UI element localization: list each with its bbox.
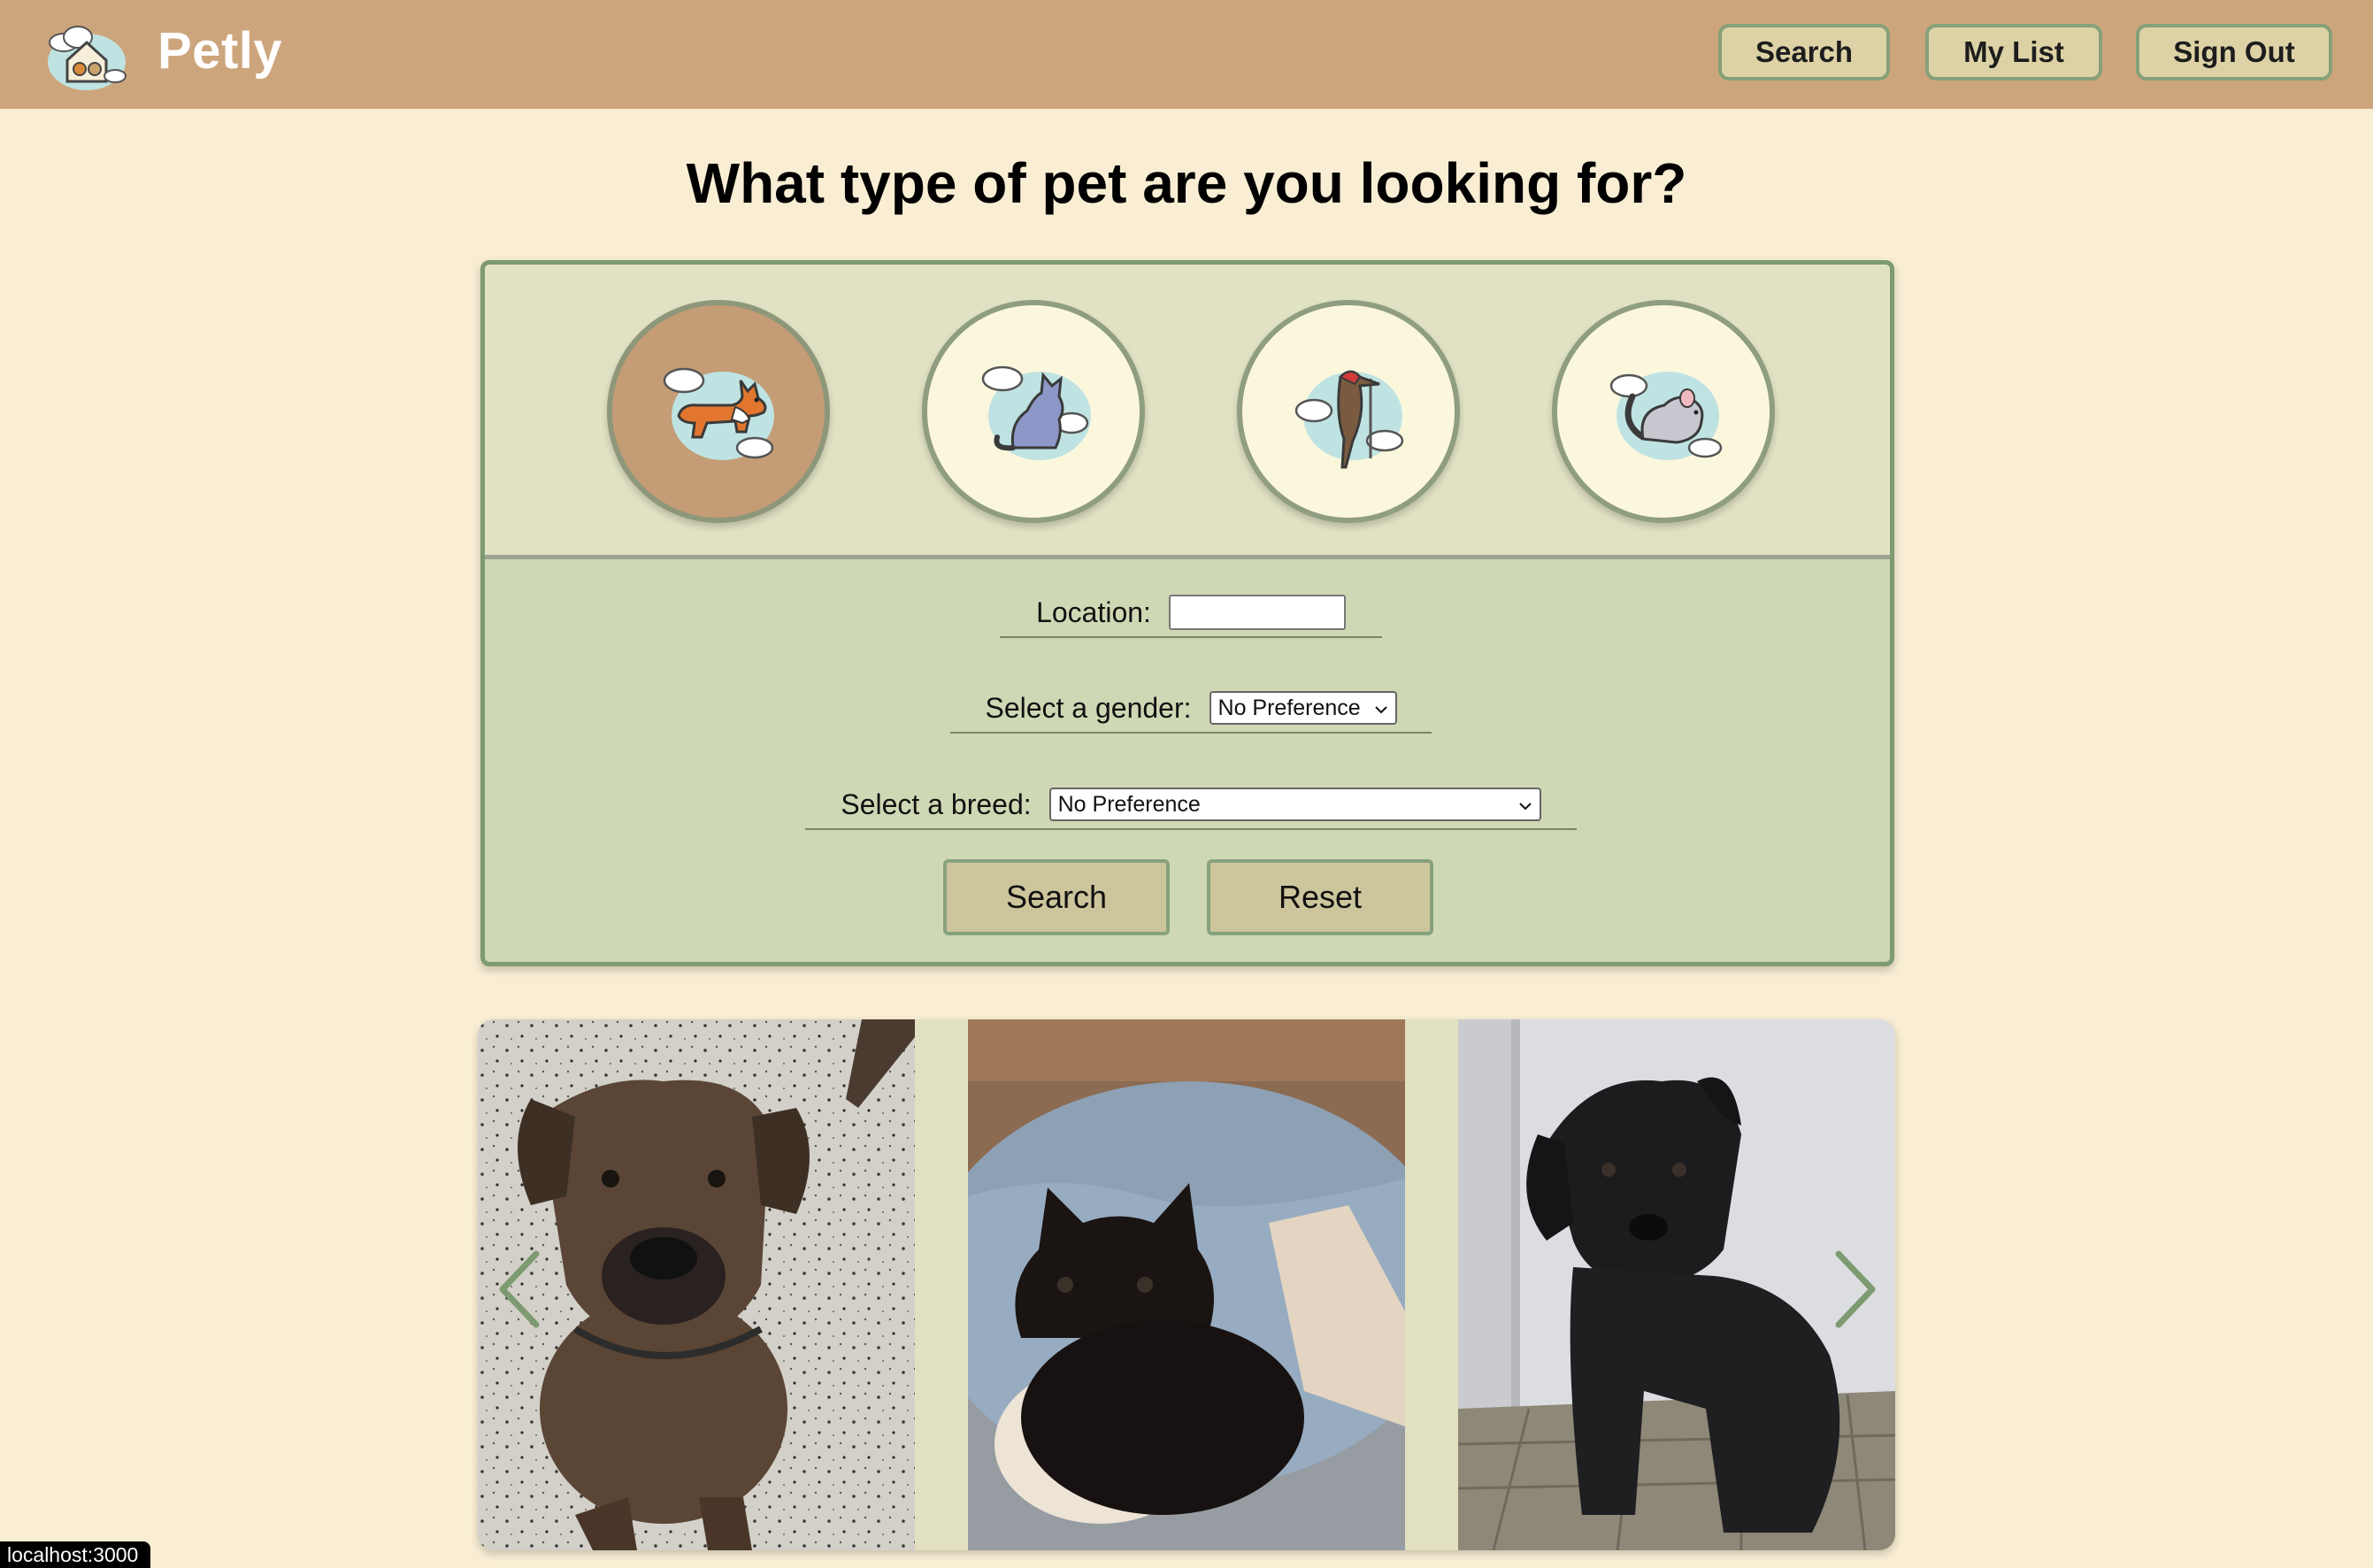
brand-name[interactable]: Petly xyxy=(157,21,282,81)
gender-row: Select a gender: No Preference xyxy=(950,684,1432,734)
reset-button[interactable]: Reset xyxy=(1207,859,1433,935)
chevron-left-icon xyxy=(494,1250,547,1337)
carousel-prev-button[interactable] xyxy=(494,1245,547,1334)
gender-label: Select a gender: xyxy=(985,691,1192,724)
pet-type-cat[interactable] xyxy=(922,300,1145,523)
nav-my-list-button[interactable]: My List xyxy=(1925,24,2102,81)
browser-status-url: localhost:3000 xyxy=(0,1541,151,1568)
search-form: Location: Select a gender: No Preference… xyxy=(485,564,1890,962)
small-animal-icon xyxy=(1588,334,1739,489)
gender-select-value: No Preference xyxy=(1217,695,1361,720)
chevron-down-icon xyxy=(1374,696,1388,721)
breed-select[interactable]: No Preference xyxy=(1048,788,1541,821)
search-button[interactable]: Search xyxy=(943,859,1170,935)
chevron-right-icon xyxy=(1828,1250,1881,1337)
petly-logo-icon[interactable] xyxy=(44,16,129,92)
breed-label: Select a breed: xyxy=(841,788,1032,820)
gender-select[interactable]: No Preference xyxy=(1209,691,1397,725)
location-input[interactable] xyxy=(1168,595,1346,630)
sign-out-button[interactable]: Sign Out xyxy=(2136,24,2332,81)
cat-icon xyxy=(958,334,1109,489)
nav-search-button[interactable]: Search xyxy=(1718,24,1890,81)
pet-type-bird[interactable] xyxy=(1237,300,1460,523)
pet-type-selector xyxy=(485,265,1890,559)
pet-carousel xyxy=(478,1019,1895,1550)
chevron-down-icon xyxy=(1518,792,1532,818)
location-row: Location: xyxy=(1000,588,1382,638)
black-kitten-photo[interactable] xyxy=(968,1019,1405,1550)
search-panel: Location: Select a gender: No Preference… xyxy=(480,260,1894,966)
pet-type-dog[interactable] xyxy=(607,300,830,523)
location-label: Location: xyxy=(1036,596,1151,628)
bird-icon xyxy=(1273,334,1424,489)
breed-row: Select a breed: No Preference xyxy=(805,780,1577,830)
page-title: What type of pet are you looking for? xyxy=(686,151,1687,215)
dog-icon xyxy=(643,334,794,489)
top-navbar: Petly Search My List Sign Out xyxy=(0,0,2373,109)
pet-type-small-animal[interactable] xyxy=(1552,300,1775,523)
carousel-next-button[interactable] xyxy=(1828,1245,1881,1334)
breed-select-value: No Preference xyxy=(1057,791,1201,817)
